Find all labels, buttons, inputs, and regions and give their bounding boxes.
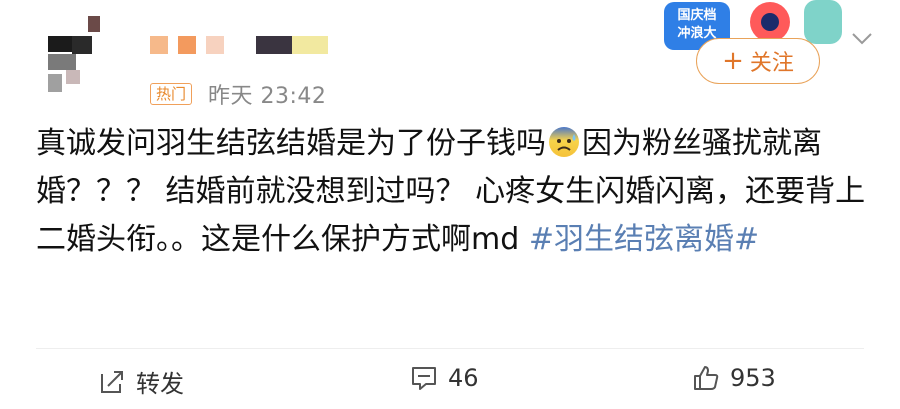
follow-label: 关注 bbox=[749, 51, 794, 76]
comment-count: 46 bbox=[448, 364, 479, 392]
comment-icon bbox=[412, 367, 436, 390]
avatar-pixel bbox=[66, 70, 80, 84]
share-icon bbox=[101, 370, 123, 393]
forward-button[interactable]: 转发 bbox=[98, 364, 184, 399]
username-pixel bbox=[178, 36, 196, 54]
plus-icon: + bbox=[722, 46, 744, 76]
post-text-part1: 真诚发问羽生结弦结婚是为了份子钱吗 bbox=[36, 126, 546, 161]
hot-badge: 热门 bbox=[150, 83, 193, 105]
divider bbox=[36, 348, 864, 349]
post-body: 真诚发问羽生结弦结婚是为了份子钱吗 因为粉丝骚扰就离婚？？？ 结婚前就没想到过吗… bbox=[36, 120, 876, 264]
username-pixel bbox=[150, 36, 168, 54]
username-pixel bbox=[206, 36, 224, 54]
like-button[interactable]: 953 bbox=[692, 364, 776, 392]
avatar-pixel bbox=[48, 74, 62, 92]
username-redacted[interactable] bbox=[150, 36, 328, 54]
post-timestamp: 昨天 23:42 bbox=[208, 84, 327, 109]
avatar-pixel bbox=[72, 36, 92, 54]
comment-button[interactable]: 46 bbox=[410, 364, 479, 392]
avatar-pixel bbox=[88, 16, 100, 32]
avatar[interactable] bbox=[48, 16, 108, 94]
post-meta: 热门 昨天 23:42 bbox=[150, 78, 326, 110]
hashtag-link[interactable]: #羽生结弦离婚# bbox=[529, 222, 759, 257]
forward-label: 转发 bbox=[136, 370, 184, 398]
username-pixel bbox=[292, 36, 328, 54]
eye-mascot-icon bbox=[750, 2, 790, 42]
anxious-sweat-face-icon bbox=[549, 127, 579, 157]
avatar-pixel bbox=[48, 54, 76, 70]
username-pixel bbox=[256, 36, 292, 54]
follow-button[interactable]: + 关注 bbox=[696, 38, 820, 84]
like-count: 953 bbox=[730, 364, 776, 392]
thumbs-up-icon bbox=[694, 366, 719, 390]
chevron-down-icon[interactable] bbox=[850, 30, 874, 48]
action-bar: 转发 46 953 bbox=[0, 352, 900, 409]
mascot-icon bbox=[804, 0, 842, 44]
campaign-label-line1: 国庆档 bbox=[677, 8, 717, 23]
